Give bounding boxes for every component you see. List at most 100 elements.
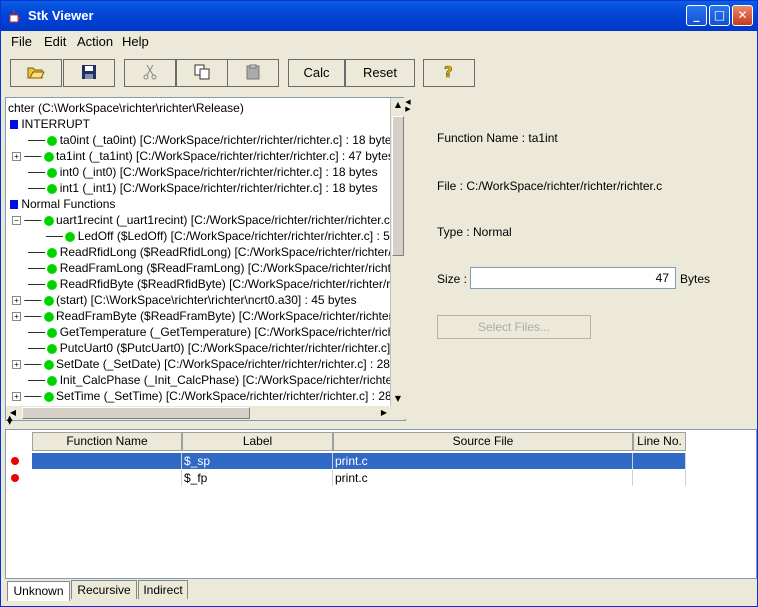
function-dot-icon bbox=[48, 168, 57, 177]
function-dot-icon bbox=[48, 344, 57, 353]
table-row[interactable]: $_fp print.c bbox=[8, 470, 686, 486]
label-table[interactable]: Function Name Label Source File Line No.… bbox=[5, 429, 757, 579]
scroll-up-icon[interactable]: ▲ bbox=[391, 98, 405, 112]
expand-icon[interactable]: + bbox=[12, 152, 21, 162]
clipboard-icon bbox=[246, 64, 260, 80]
col-line-no[interactable]: Line No. bbox=[633, 432, 686, 451]
cell-label: $_fp bbox=[182, 470, 333, 486]
tree-item[interactable]: ── int0 (_int0) [C:/WorkSpace/richter/ri… bbox=[28, 164, 378, 180]
tree-item-label: ReadRfidByte ($ReadRfidByte) [C:/WorkSpa… bbox=[59, 277, 406, 291]
function-dot-icon bbox=[44, 296, 53, 305]
tree-item-label: LedOff ($LedOff) [C:/WorkSpace/richter/r… bbox=[77, 229, 400, 243]
row-marker-icon bbox=[11, 474, 19, 482]
tree-item[interactable]: + ── (start) [C:\WorkSpace\richter\richt… bbox=[12, 292, 357, 308]
col-label[interactable]: Label bbox=[182, 432, 333, 451]
tree-horizontal-scrollbar[interactable]: ◀ ▶ bbox=[6, 406, 391, 420]
function-dot-icon bbox=[48, 328, 57, 337]
function-dot-icon bbox=[48, 184, 57, 193]
menu-file[interactable]: File bbox=[11, 34, 32, 49]
tree-item[interactable]: + ── ta1int (_ta1int) [C:/WorkSpace/rich… bbox=[12, 148, 394, 164]
tree-item[interactable]: INTERRUPT bbox=[10, 116, 90, 132]
tree-item[interactable]: + ── SetTime (_SetTime) [C:/WorkSpace/ri… bbox=[12, 388, 392, 404]
tree-item-label: ta0int (_ta0int) [C:/WorkSpace/richter/r… bbox=[59, 133, 398, 147]
maximize-icon[interactable]: □ bbox=[709, 5, 730, 26]
menu-edit[interactable]: Edit bbox=[44, 34, 66, 49]
question-mark-icon: ? bbox=[444, 63, 453, 82]
help-button[interactable]: ? bbox=[423, 59, 475, 87]
hsplit-arrows-icon[interactable]: ▲ ▼ bbox=[7, 415, 12, 426]
java-cup-icon bbox=[7, 8, 23, 24]
collapse-icon[interactable]: − bbox=[12, 216, 21, 226]
tab-indirect[interactable]: Indirect bbox=[138, 580, 188, 599]
tab-recursive[interactable]: Recursive bbox=[71, 580, 137, 599]
tree-item-label: int0 (_int0) [C:/WorkSpace/richter/richt… bbox=[59, 165, 378, 179]
tree-item[interactable]: ── GetTemperature (_GetTemperature) [C:/… bbox=[28, 324, 406, 340]
menu-help[interactable]: Help bbox=[122, 34, 149, 49]
tree-item[interactable]: chter (C:\WorkSpace\richter\richter\Rele… bbox=[8, 100, 244, 116]
minimize-icon[interactable]: _ bbox=[686, 5, 707, 26]
tree-item[interactable]: ── ta0int (_ta0int) [C:/WorkSpace/richte… bbox=[28, 132, 398, 148]
calc-button[interactable]: Calc bbox=[288, 59, 345, 87]
tree-item-label: ReadFramByte ($ReadFramByte) [C:/WorkSpa… bbox=[56, 309, 406, 323]
copy-button[interactable] bbox=[176, 59, 228, 87]
tree-item[interactable]: ── LedOff ($LedOff) [C:/WorkSpace/richte… bbox=[46, 228, 400, 244]
function-dot-icon bbox=[48, 264, 57, 273]
menu-bar: File Edit Action Help bbox=[1, 31, 757, 52]
col-source-file[interactable]: Source File bbox=[333, 432, 633, 451]
table-row[interactable]: $_sp print.c bbox=[8, 453, 686, 469]
expand-icon[interactable]: + bbox=[12, 312, 21, 322]
expand-icon[interactable]: + bbox=[12, 296, 21, 306]
cell-function-name bbox=[32, 470, 182, 486]
horizontal-splitter[interactable]: ▲ ▼ bbox=[5, 415, 755, 428]
expand-icon[interactable]: + bbox=[12, 392, 21, 402]
tree-vscroll-thumb[interactable] bbox=[392, 116, 404, 256]
scroll-down-icon[interactable]: ▼ bbox=[391, 392, 405, 406]
tree-item-label: uart1recint (_uart1recint) [C:/WorkSpace… bbox=[56, 213, 394, 227]
tree-item-label: SetTime (_SetTime) [C:/WorkSpace/richter… bbox=[56, 389, 392, 403]
tree-item[interactable]: ── Init_CalcPhase (_Init_CalcPhase) [C:/… bbox=[28, 372, 405, 388]
save-button[interactable] bbox=[63, 59, 115, 87]
scroll-right-icon[interactable]: ▶ bbox=[377, 406, 391, 420]
size-unit-label: Bytes bbox=[680, 272, 711, 286]
cell-source-file: print.c bbox=[333, 470, 633, 486]
tree-item[interactable]: + ── ReadFramByte ($ReadFramByte) [C:/Wo… bbox=[12, 308, 406, 324]
tree-item[interactable]: ── int1 (_int1) [C:/WorkSpace/richter/ri… bbox=[28, 180, 378, 196]
close-icon[interactable]: ✕ bbox=[732, 5, 753, 26]
app-window: Stk Viewer _ □ ✕ File Edit Action Help C… bbox=[0, 0, 758, 607]
reset-button[interactable]: Reset bbox=[345, 59, 415, 87]
cell-label: $_sp bbox=[182, 453, 333, 469]
vertical-splitter[interactable]: ◀ ▶ bbox=[404, 97, 412, 419]
tree-item[interactable]: + ── SetDate (_SetDate) [C:/WorkSpace/ri… bbox=[12, 356, 400, 372]
tree-vertical-scrollbar[interactable]: ▲ ▼ bbox=[390, 98, 405, 420]
tree-item[interactable]: ── ReadFramLong ($ReadFramLong) [C:/Work… bbox=[28, 260, 405, 276]
tree-item[interactable]: ── ReadRfidByte ($ReadRfidByte) [C:/Work… bbox=[28, 276, 406, 292]
tree-item[interactable]: Normal Functions bbox=[10, 196, 115, 212]
tree-hscroll-thumb[interactable] bbox=[22, 407, 250, 419]
cell-source-file: print.c bbox=[333, 453, 633, 469]
splitter-arrows-icon[interactable]: ◀ ▶ bbox=[404, 97, 412, 113]
tree-item[interactable]: ── PutcUart0 ($PutcUart0) [C:/WorkSpace/… bbox=[28, 340, 397, 356]
menu-action[interactable]: Action bbox=[77, 34, 113, 49]
function-dot-icon bbox=[44, 312, 53, 321]
group-square-icon bbox=[10, 200, 18, 210]
cut-button[interactable] bbox=[124, 59, 176, 87]
size-field[interactable]: 47 bbox=[470, 267, 676, 289]
tree-item-label: (start) [C:\WorkSpace\richter\richter\nc… bbox=[56, 293, 357, 307]
open-button[interactable] bbox=[10, 59, 62, 87]
tree-item-label: GetTemperature (_GetTemperature) [C:/Wor… bbox=[59, 325, 406, 339]
tree-item-label: ReadRfidLong ($ReadRfidLong) [C:/WorkSpa… bbox=[59, 245, 406, 259]
tree-item[interactable]: − ── uart1recint (_uart1recint) [C:/Work… bbox=[12, 212, 393, 228]
function-dot-icon bbox=[44, 360, 53, 369]
select-files-button: Select Files... bbox=[437, 315, 591, 339]
function-tree[interactable]: chter (C:\WorkSpace\richter\richter\Rele… bbox=[5, 97, 406, 421]
tab-unknown[interactable]: Unknown bbox=[7, 581, 70, 601]
expand-icon[interactable]: + bbox=[12, 360, 21, 370]
tree-item-label: ta1int (_ta1int) [C:/WorkSpace/richter/r… bbox=[56, 149, 394, 163]
col-function-name[interactable]: Function Name bbox=[32, 432, 182, 451]
file-label: File : C:/WorkSpace/richter/richter/rich… bbox=[437, 179, 663, 193]
function-dot-icon bbox=[44, 392, 53, 401]
paste-button[interactable] bbox=[227, 59, 279, 87]
function-dot-icon bbox=[48, 280, 57, 289]
window-title: Stk Viewer bbox=[28, 8, 94, 23]
tree-item[interactable]: ── ReadRfidLong ($ReadRfidLong) [C:/Work… bbox=[28, 244, 406, 260]
